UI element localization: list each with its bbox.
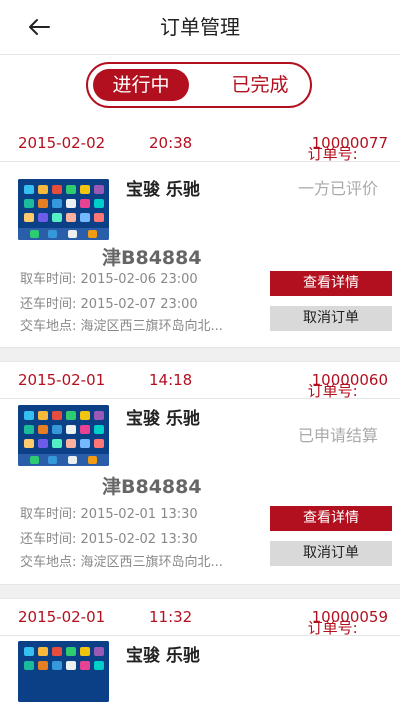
dropoff-location-label: 交车地点:	[20, 319, 77, 334]
return-time-label: 还车时间:	[20, 532, 77, 547]
section-divider	[0, 584, 400, 599]
order-header: 2015-02-02 20:38 订单号: 10000077	[0, 125, 400, 163]
view-details-button[interactable]: 查看详情	[270, 271, 392, 296]
return-time-row: 还车时间: 2015-02-02 13:30	[20, 528, 198, 547]
order-card: 2015-02-02 20:38 订单号: 10000077 宝骏 乐驰 一方已…	[0, 125, 400, 345]
tab-in-progress[interactable]: 进行中	[93, 69, 189, 101]
return-time-value: 2015-02-02 13:30	[80, 532, 198, 547]
pickup-time-value: 2015-02-06 23:00	[80, 272, 198, 287]
dropoff-location-label: 交车地点:	[20, 555, 77, 570]
order-number-label: 订单号:	[307, 619, 358, 637]
order-number: 订单号: 10000060	[308, 371, 388, 400]
section-divider	[0, 347, 400, 362]
order-number-label: 订单号:	[307, 382, 358, 400]
order-time: 11:32	[149, 608, 193, 626]
order-date: 2015-02-01	[18, 608, 106, 626]
dropoff-location-value: 海淀区西三旗环岛向北...	[80, 319, 223, 334]
cancel-order-button[interactable]: 取消订单	[270, 541, 392, 566]
tab-bar: 进行中 已完成	[0, 55, 400, 117]
cancel-order-button[interactable]: 取消订单	[270, 306, 392, 331]
order-status: 已申请结算	[297, 426, 378, 445]
pickup-time-label: 取车时间:	[20, 272, 77, 287]
view-details-button[interactable]: 查看详情	[270, 506, 392, 531]
order-number: 订单号: 10000077	[308, 134, 388, 163]
pickup-time-label: 取车时间:	[20, 507, 77, 522]
order-header: 2015-02-01 14:18 订单号: 10000060	[0, 362, 400, 400]
order-date: 2015-02-01	[18, 371, 106, 389]
license-plate: 津B84884	[102, 476, 202, 498]
order-number-label: 订单号:	[307, 145, 358, 163]
page-title: 订单管理	[160, 15, 240, 39]
return-time-label: 还车时间:	[20, 297, 77, 312]
dropoff-location-value: 海淀区西三旗环岛向北...	[80, 555, 223, 570]
car-name: 宝骏 乐驰	[126, 646, 200, 666]
car-thumbnail[interactable]	[18, 405, 109, 466]
car-thumbnail[interactable]	[18, 179, 109, 240]
order-card: 2015-02-01 14:18 订单号: 10000060 宝骏 乐驰 已申请…	[0, 362, 400, 584]
order-time: 14:18	[149, 371, 193, 389]
tab-completed[interactable]: 已完成	[214, 69, 306, 101]
pickup-time-row: 取车时间: 2015-02-06 23:00	[20, 268, 198, 287]
car-name: 宝骏 乐驰	[126, 180, 200, 200]
car-name: 宝骏 乐驰	[126, 409, 200, 429]
pickup-time-row: 取车时间: 2015-02-01 13:30	[20, 503, 198, 522]
order-card: 2015-02-01 11:32 订单号: 10000059 宝骏 乐驰	[0, 599, 400, 702]
order-time: 20:38	[149, 134, 193, 152]
return-time-row: 还车时间: 2015-02-07 23:00	[20, 293, 198, 312]
order-status: 一方已评价	[297, 179, 378, 198]
car-thumbnail[interactable]	[18, 641, 109, 702]
dropoff-location-row: 交车地点: 海淀区西三旗环岛向北...	[20, 551, 223, 570]
pickup-time-value: 2015-02-01 13:30	[80, 507, 198, 522]
order-number: 订单号: 10000059	[308, 608, 388, 637]
order-header: 2015-02-01 11:32 订单号: 10000059	[0, 599, 400, 637]
dropoff-location-row: 交车地点: 海淀区西三旗环岛向北...	[20, 315, 223, 334]
license-plate: 津B84884	[102, 247, 202, 269]
return-time-value: 2015-02-07 23:00	[80, 297, 198, 312]
status-segmented-control: 进行中 已完成	[86, 62, 312, 108]
nav-bar: 订单管理	[0, 0, 400, 55]
order-date: 2015-02-02	[18, 134, 106, 152]
